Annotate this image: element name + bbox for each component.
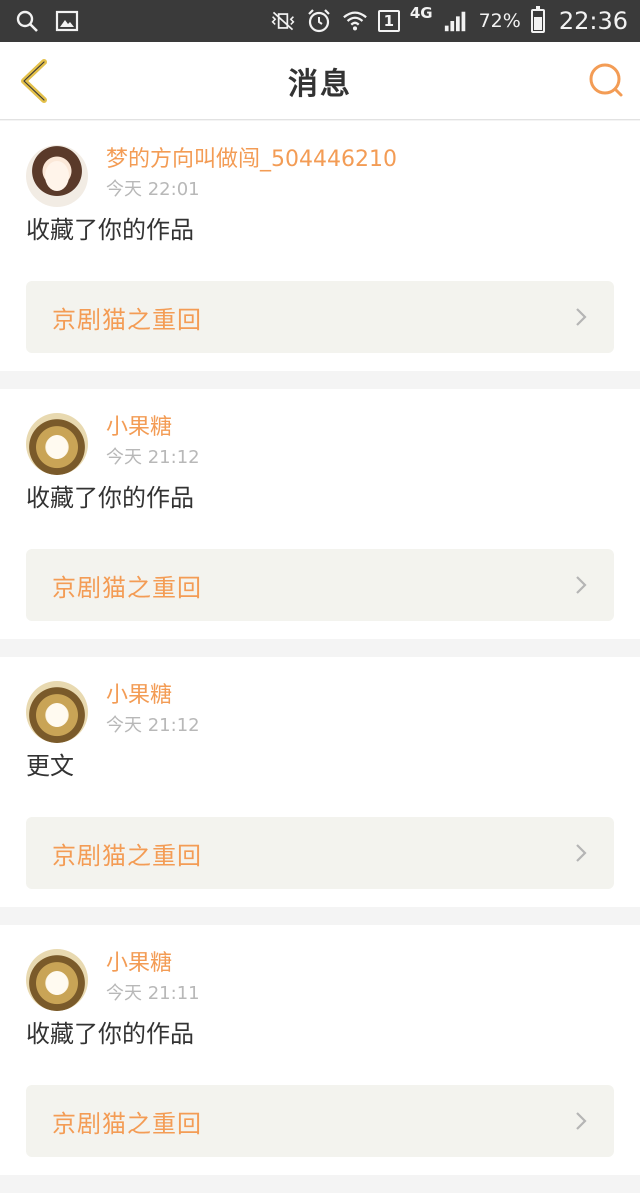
top-app-bar: 消息 — [0, 42, 640, 120]
chevron-right-icon — [576, 1112, 587, 1130]
status-bar-right: 1 4G 72% 22:36 — [270, 4, 628, 35]
alarm-icon — [306, 8, 332, 34]
wifi-icon — [342, 8, 368, 34]
username-link[interactable]: 梦的方向叫做闯_504446210 — [106, 145, 397, 175]
battery-percent: 72% — [478, 10, 521, 32]
message-time: 今天 21:12 — [106, 447, 200, 468]
network-type: 4G — [409, 4, 433, 22]
message-header: 小果糖 今天 21:12 — [26, 389, 614, 481]
chevron-right-icon — [576, 576, 587, 594]
username-link[interactable]: 小果糖 — [106, 949, 200, 979]
message-meta: 小果糖 今天 21:12 — [106, 413, 200, 473]
message-meta: 梦的方向叫做闯_504446210 今天 22:01 — [106, 145, 397, 205]
status-bar: 1 4G 72% 22:36 — [0, 0, 640, 42]
avatar[interactable] — [26, 949, 88, 1011]
message-header: 小果糖 今天 21:12 — [26, 657, 614, 749]
message-list: 梦的方向叫做闯_504446210 今天 22:01 收藏了你的作品 京剧猫之重… — [0, 121, 640, 1193]
avatar[interactable] — [26, 413, 88, 475]
message-header: 小果糖 今天 21:11 — [26, 925, 614, 1017]
username-link[interactable]: 小果糖 — [106, 681, 200, 711]
message-action: 更文 — [26, 752, 74, 780]
work-link[interactable]: 京剧猫之重回 — [26, 1085, 614, 1157]
message-meta: 小果糖 今天 21:12 — [106, 681, 200, 741]
back-button[interactable] — [14, 58, 54, 104]
message-action: 收藏了你的作品 — [26, 484, 194, 512]
search-button[interactable] — [586, 60, 626, 100]
message-action: 收藏了你的作品 — [26, 216, 194, 244]
search-icon — [14, 8, 40, 34]
chevron-right-icon — [576, 308, 587, 326]
work-title: 京剧猫之重回 — [52, 305, 202, 334]
signal-icon — [443, 8, 469, 34]
work-title: 京剧猫之重回 — [52, 573, 202, 602]
work-title: 京剧猫之重回 — [52, 1109, 202, 1138]
message-time: 今天 21:11 — [106, 983, 200, 1004]
battery-icon — [530, 6, 545, 33]
avatar[interactable] — [26, 681, 88, 743]
search-icon — [589, 63, 623, 97]
page-title: 消息 — [288, 66, 352, 102]
message-time: 今天 21:12 — [106, 715, 200, 736]
work-link[interactable]: 京剧猫之重回 — [26, 281, 614, 353]
message-meta: 小果糖 今天 21:11 — [106, 949, 200, 1009]
sim-slot-badge: 1 — [377, 10, 400, 32]
username-link[interactable]: 小果糖 — [106, 413, 200, 443]
gallery-icon — [54, 8, 80, 34]
work-link[interactable]: 京剧猫之重回 — [26, 817, 614, 889]
chevron-left-icon — [21, 59, 47, 103]
work-link[interactable]: 京剧猫之重回 — [26, 549, 614, 621]
message-action: 收藏了你的作品 — [26, 1020, 194, 1048]
message-card: 小果糖 今天 21:12 更文 京剧猫之重回 — [0, 657, 640, 907]
avatar[interactable] — [26, 145, 88, 207]
status-bar-left — [14, 8, 80, 34]
work-title: 京剧猫之重回 — [52, 841, 202, 870]
vibrate-mute-icon — [270, 8, 296, 34]
chevron-right-icon — [576, 844, 587, 862]
message-header: 梦的方向叫做闯_504446210 今天 22:01 — [26, 121, 614, 213]
message-card: 梦的方向叫做闯_504446210 今天 22:01 收藏了你的作品 京剧猫之重… — [0, 121, 640, 371]
message-card: 小果糖 今天 21:12 收藏了你的作品 京剧猫之重回 — [0, 389, 640, 639]
message-time: 今天 22:01 — [106, 179, 200, 200]
status-time: 22:36 — [558, 7, 628, 35]
